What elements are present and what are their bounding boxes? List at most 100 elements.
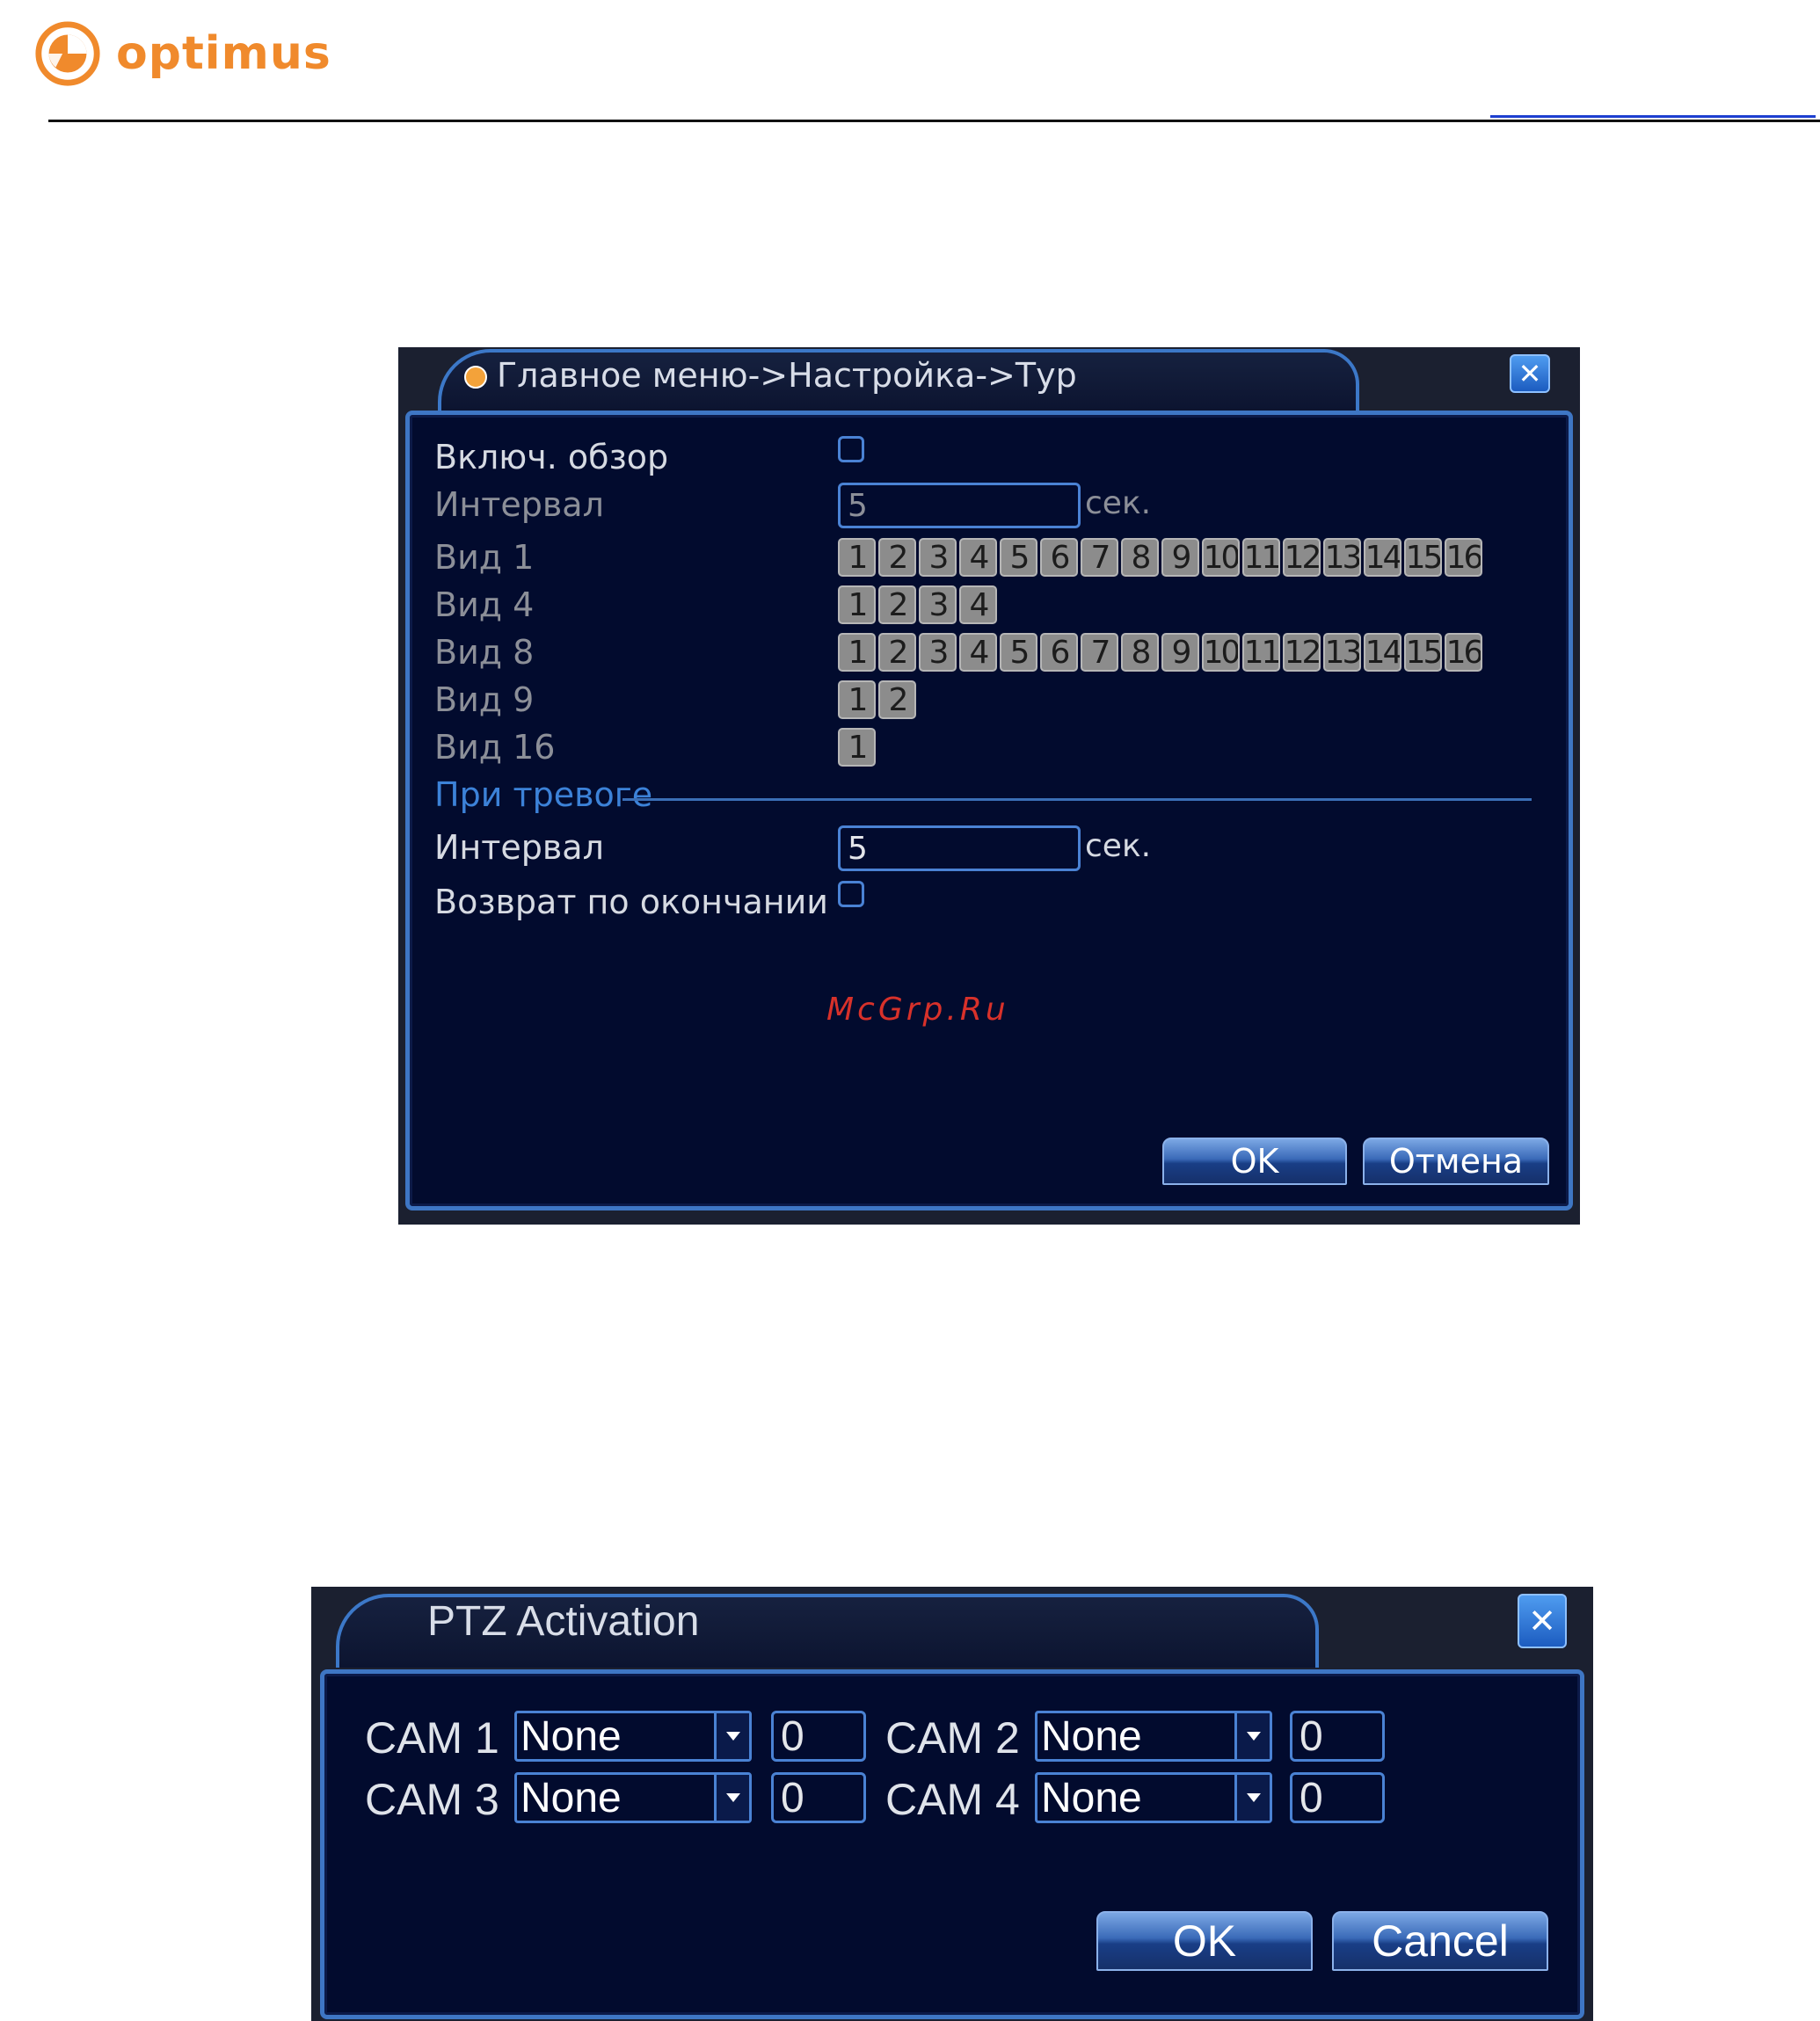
chevron-down-icon[interactable] [1234, 1713, 1270, 1759]
channel-chip[interactable]: 13 [1323, 538, 1361, 577]
channel-chip[interactable]: 12 [1283, 538, 1321, 577]
view-9-label: Вид 9 [434, 680, 535, 719]
channel-chip[interactable]: 1 [838, 728, 876, 767]
channel-chip[interactable]: 3 [919, 538, 957, 577]
channel-chip[interactable]: 14 [1364, 538, 1401, 577]
cam-2-protocol-value: None [1041, 1712, 1142, 1760]
channel-chip[interactable]: 7 [1081, 633, 1118, 672]
ok-button[interactable]: OK [1162, 1138, 1347, 1185]
alarm-interval-input[interactable]: 5 [838, 825, 1081, 871]
channel-chip[interactable]: 4 [959, 633, 997, 672]
channel-chip[interactable]: 11 [1242, 633, 1280, 672]
enable-tour-label: Включ. обзор [434, 438, 669, 476]
cam-3-protocol-select[interactable]: None [514, 1772, 752, 1823]
channel-chip[interactable]: 2 [878, 633, 916, 672]
cancel-button[interactable]: Отмена [1363, 1138, 1549, 1185]
cam-4-address-input[interactable]: 0 [1290, 1772, 1385, 1823]
channel-chip[interactable]: 13 [1323, 633, 1361, 672]
view-8-label: Вид 8 [434, 633, 535, 672]
channel-chip[interactable]: 1 [838, 585, 876, 624]
view-4-label: Вид 4 [434, 585, 535, 624]
header-rule [48, 120, 1820, 122]
view-8-channels: 1 2 3 4 5 6 7 8 9 10 11 12 13 14 15 16 [838, 633, 1485, 672]
aperture-logo-icon [35, 21, 100, 86]
channel-chip[interactable]: 9 [1161, 538, 1199, 577]
channel-chip[interactable]: 16 [1445, 538, 1482, 577]
ptz-dialog-title: PTZ Activation [427, 1598, 700, 1645]
channel-chip[interactable]: 14 [1364, 633, 1401, 672]
view-16-label: Вид 16 [434, 728, 556, 767]
view-4-channels: 1234 [838, 585, 1000, 624]
cam-3-label: CAM 3 [365, 1775, 499, 1824]
channel-chip[interactable]: 3 [919, 633, 957, 672]
view-16-channels: 1 [838, 728, 878, 767]
ptz-dialog: PTZ Activation ✕ CAM 1 None 0 CAM 2 None… [311, 1587, 1593, 2021]
alarm-interval-unit: сек. [1085, 828, 1152, 864]
cam-4-protocol-select[interactable]: None [1035, 1772, 1272, 1823]
chevron-down-icon[interactable] [714, 1713, 749, 1759]
alarm-section-divider [622, 798, 1532, 801]
channel-chip[interactable]: 11 [1242, 538, 1280, 577]
brand-logo: optimus [33, 19, 331, 88]
view-1-label: Вид 1 [434, 538, 535, 577]
close-icon[interactable]: ✕ [1518, 1594, 1567, 1648]
cam-1-protocol-select[interactable]: None [514, 1711, 752, 1762]
channel-chip[interactable]: 10 [1202, 538, 1240, 577]
view-1-channels: 1 2 3 4 5 6 7 8 9 10 11 12 13 14 15 16 [838, 538, 1485, 577]
interval-input[interactable]: 5 [838, 483, 1081, 528]
ptz-cancel-button[interactable]: Cancel [1332, 1911, 1548, 1971]
title-bullet-icon [464, 366, 487, 389]
channel-chip[interactable]: 9 [1161, 633, 1199, 672]
brand-name: optimus [116, 27, 331, 80]
ptz-dialog-body: CAM 1 None 0 CAM 2 None 0 CAM 3 None 0 C… [320, 1669, 1584, 2019]
alarm-interval-label: Интервал [434, 828, 604, 867]
header-link-underline [1490, 115, 1816, 118]
view-9-channels: 12 [838, 680, 919, 719]
channel-chip[interactable]: 10 [1202, 633, 1240, 672]
channel-chip[interactable]: 4 [959, 585, 997, 624]
channel-chip[interactable]: 5 [1000, 633, 1037, 672]
channel-chip[interactable]: 1 [838, 680, 876, 719]
tour-dialog-body: Включ. обзор Интервал 5 сек. Вид 1 12345… [405, 411, 1573, 1210]
channel-chip[interactable]: 5 [1000, 538, 1037, 577]
return-after-alarm-label: Возврат по окончании [434, 883, 828, 921]
cam-1-protocol-value: None [521, 1712, 622, 1760]
cam-3-protocol-value: None [521, 1774, 622, 1821]
interval-label: Интервал [434, 485, 604, 524]
channel-chip[interactable]: 2 [878, 538, 916, 577]
close-icon[interactable]: ✕ [1510, 354, 1550, 393]
cam-2-label: CAM 2 [885, 1713, 1020, 1763]
channel-chip[interactable]: 4 [959, 538, 997, 577]
cam-1-label: CAM 1 [365, 1713, 499, 1763]
channel-chip[interactable]: 7 [1081, 538, 1118, 577]
channel-chip[interactable]: 8 [1121, 633, 1159, 672]
channel-chip[interactable]: 16 [1445, 633, 1482, 672]
channel-chip[interactable]: 1 [838, 538, 876, 577]
channel-chip[interactable]: 6 [1040, 538, 1078, 577]
cam-2-protocol-select[interactable]: None [1035, 1711, 1272, 1762]
tour-dialog: Главное меню->Настройка->Тур ✕ Включ. об… [398, 347, 1580, 1225]
channel-chip[interactable]: 6 [1040, 633, 1078, 672]
cam-2-address-input[interactable]: 0 [1290, 1711, 1385, 1762]
channel-chip[interactable]: 15 [1404, 538, 1442, 577]
alarm-section-title: При тревоге [434, 775, 653, 814]
enable-tour-checkbox[interactable] [838, 436, 864, 462]
tour-dialog-title: Главное меню->Настройка->Тур [497, 356, 1077, 395]
channel-chip[interactable]: 2 [878, 680, 916, 719]
cam-1-address-input[interactable]: 0 [771, 1711, 866, 1762]
cam-4-protocol-value: None [1041, 1774, 1142, 1821]
channel-chip[interactable]: 2 [878, 585, 916, 624]
channel-chip[interactable]: 15 [1404, 633, 1442, 672]
ptz-ok-button[interactable]: OK [1096, 1911, 1313, 1971]
cam-4-label: CAM 4 [885, 1775, 1020, 1824]
cam-3-address-input[interactable]: 0 [771, 1772, 866, 1823]
channel-chip[interactable]: 3 [919, 585, 957, 624]
channel-chip[interactable]: 8 [1121, 538, 1159, 577]
chevron-down-icon[interactable] [1234, 1775, 1270, 1821]
channel-chip[interactable]: 1 [838, 633, 876, 672]
interval-unit: сек. [1085, 485, 1152, 521]
channel-chip[interactable]: 12 [1283, 633, 1321, 672]
watermark: McGrp.Ru [826, 992, 1009, 1028]
return-after-alarm-checkbox[interactable] [838, 881, 864, 907]
chevron-down-icon[interactable] [714, 1775, 749, 1821]
